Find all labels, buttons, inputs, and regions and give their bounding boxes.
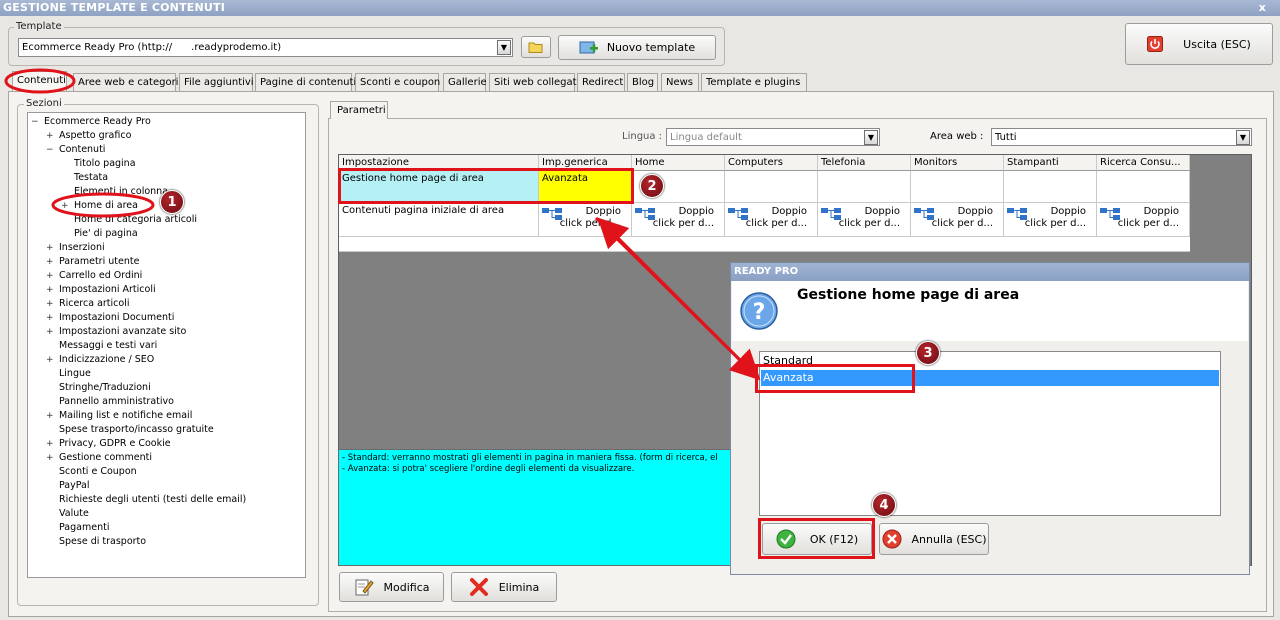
annotation-arrows [4, 68, 761, 381]
highlight-ellipse [4, 68, 76, 94]
step-badge: 4 [872, 493, 896, 517]
highlight-box [758, 518, 875, 559]
highlight-box [755, 364, 915, 393]
arrow-line [597, 217, 754, 374]
step-badge: 3 [916, 341, 940, 365]
step-badge: 2 [640, 174, 664, 198]
highlight-ellipse [51, 192, 155, 218]
highlight-box [338, 168, 634, 204]
step-badge: 1 [160, 190, 184, 214]
